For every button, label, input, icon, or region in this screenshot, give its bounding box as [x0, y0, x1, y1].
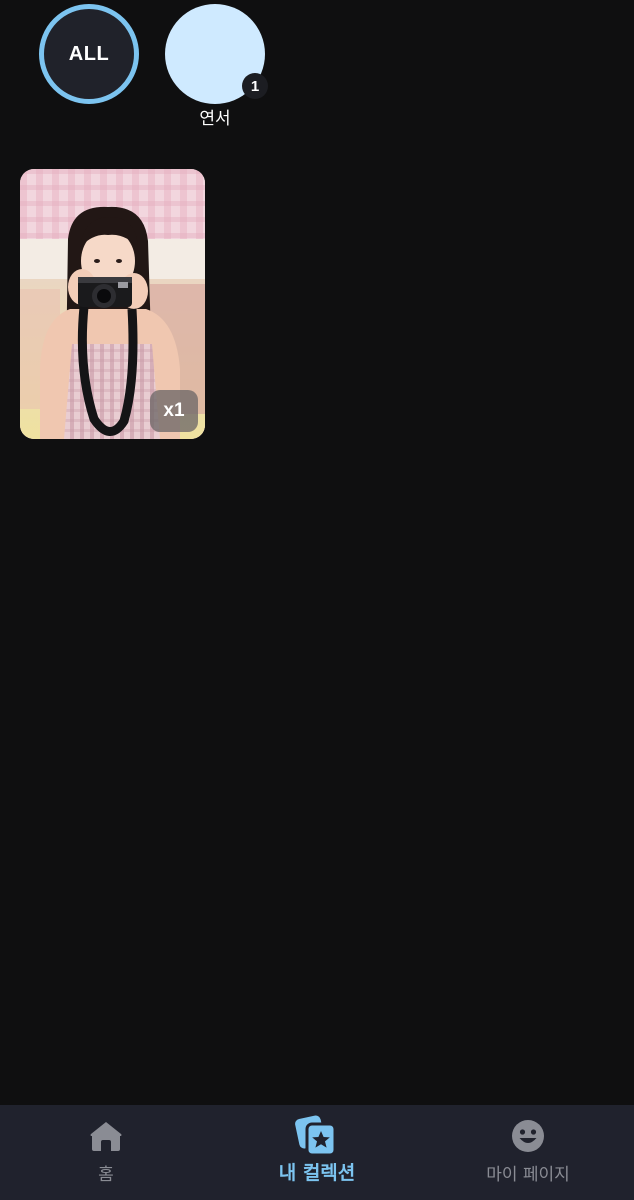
filter-member-chip[interactable]: 1: [165, 4, 268, 104]
nav-label-mypage: 마이 페이지: [486, 1165, 570, 1185]
member-count-badge: 1: [242, 73, 268, 99]
bottom-navigation: 홈 내 컬렉션 마이 페이지: [0, 1105, 634, 1200]
photocard[interactable]: x1: [20, 169, 205, 439]
filter-member-name: 연서: [199, 109, 231, 129]
collection-icon: [295, 1115, 339, 1157]
nav-label-collection: 내 컬렉션: [278, 1162, 356, 1184]
filter-all-chip[interactable]: ALL: [39, 4, 139, 104]
nav-item-collection[interactable]: 내 컬렉션: [237, 1105, 397, 1200]
nav-label-home: 홈: [98, 1165, 114, 1185]
collection-screen: ALL 1 연서 x1 홈 내 컬렉션 마이 페이지: [0, 0, 634, 1200]
nav-item-mypage[interactable]: 마이 페이지: [458, 1105, 598, 1200]
smiley-face-icon: [511, 1117, 545, 1155]
home-icon: [89, 1117, 123, 1155]
nav-item-home[interactable]: 홈: [56, 1105, 156, 1200]
filter-all-label: ALL: [68, 42, 110, 65]
card-quantity-badge: x1: [150, 390, 198, 432]
